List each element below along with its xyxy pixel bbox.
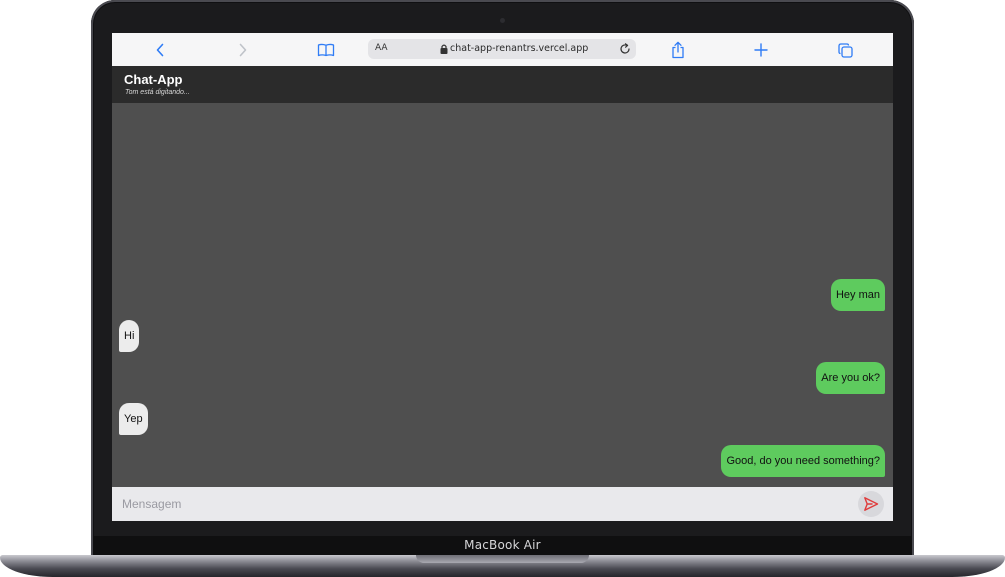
message-bubble-received: Hi — [119, 320, 140, 352]
message-list: Hey man Hi Are you ok? Yep Good, do you … — [112, 103, 893, 487]
laptop-notch — [416, 555, 589, 563]
browser-toolbar: AA chat-app-renantrs.vercel.app — [112, 33, 893, 66]
screen: AA chat-app-renantrs.vercel.app Chat-App… — [112, 33, 893, 521]
chat-header: Chat-App Tom está digitando... — [112, 66, 893, 103]
chevron-right-icon[interactable] — [232, 39, 254, 61]
device-label: MacBook Air — [464, 538, 541, 552]
message-bubble-received: Yep — [119, 403, 148, 435]
app-title: Chat-App — [124, 72, 183, 87]
message-input[interactable] — [122, 492, 842, 516]
message-bubble-sent: Hey man — [830, 279, 885, 311]
share-icon[interactable] — [667, 39, 689, 61]
reload-icon[interactable] — [618, 42, 632, 56]
plus-icon[interactable] — [750, 39, 772, 61]
camera — [500, 18, 505, 23]
message-bubble-sent: Are you ok? — [816, 362, 885, 394]
tabs-icon[interactable] — [834, 39, 856, 61]
book-icon[interactable] — [315, 39, 337, 61]
lock-icon — [440, 44, 448, 54]
chevron-left-icon[interactable] — [149, 39, 171, 61]
text-size-button[interactable]: AA — [375, 43, 388, 53]
send-icon — [864, 497, 879, 511]
typing-status: Tom está digitando... — [125, 89, 190, 96]
address-bar[interactable]: AA chat-app-renantrs.vercel.app — [368, 39, 636, 59]
message-bubble-sent: Good, do you need something? — [721, 445, 885, 477]
url-text: chat-app-renantrs.vercel.app — [450, 43, 589, 54]
send-button[interactable] — [858, 491, 884, 517]
message-composer — [112, 487, 893, 521]
